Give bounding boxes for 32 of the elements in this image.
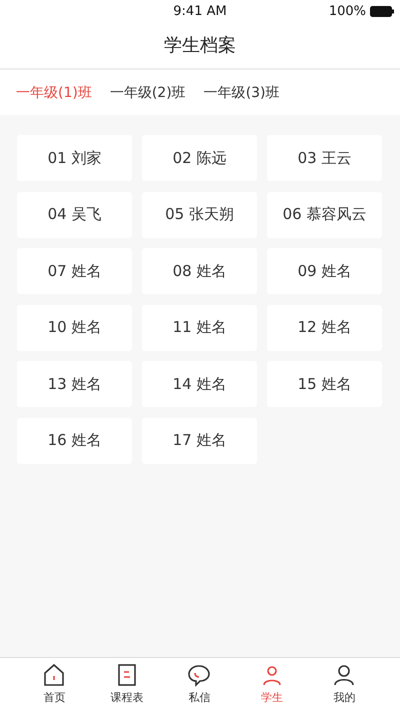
user-icon (332, 663, 356, 687)
page-title: 学生档案 (164, 34, 236, 57)
tab-bar-item[interactable]: 私信 (163, 658, 236, 710)
student-card[interactable]: 06 慕容风云 (267, 192, 382, 238)
student-card[interactable]: 14 姓名 (142, 361, 257, 407)
student-card[interactable]: 13 姓名 (17, 361, 132, 407)
class-tab[interactable]: 一年级(1)班 (16, 84, 92, 102)
student-card[interactable]: 17 姓名 (142, 418, 257, 464)
student-card[interactable]: 08 姓名 (142, 248, 257, 294)
battery-percent: 100% (328, 4, 366, 18)
tab-bar-item[interactable]: 我的 (308, 658, 380, 710)
student-card[interactable]: 15 姓名 (267, 361, 382, 407)
battery-icon (370, 6, 394, 16)
home-icon (42, 663, 66, 687)
chat-icon (187, 663, 212, 687)
class-tab[interactable]: 一年级(2)班 (110, 84, 186, 102)
student-card[interactable]: 03 王云 (267, 135, 382, 181)
student-card[interactable]: 11 姓名 (142, 304, 257, 350)
student-card[interactable]: 09 姓名 (267, 248, 382, 294)
class-tab[interactable]: 一年级(3)班 (204, 84, 280, 102)
student-card[interactable]: 02 陈远 (142, 135, 257, 181)
tab-bar-item[interactable]: 学生 (236, 658, 308, 710)
student-card[interactable]: 12 姓名 (267, 304, 382, 350)
student-card[interactable]: 16 姓名 (17, 418, 132, 464)
tab-bar-item[interactable]: 首页 (18, 658, 90, 710)
student-card[interactable]: 05 张天朔 (142, 192, 257, 238)
student-card[interactable]: 04 吴飞 (17, 192, 132, 238)
status-time: 9:41 AM (173, 4, 227, 18)
student-card[interactable]: 07 姓名 (17, 248, 132, 294)
tab-bar-item[interactable]: 课程表 (90, 658, 163, 710)
student-card[interactable]: 01 刘家 (17, 135, 132, 181)
student-card[interactable]: 10 姓名 (17, 304, 132, 350)
